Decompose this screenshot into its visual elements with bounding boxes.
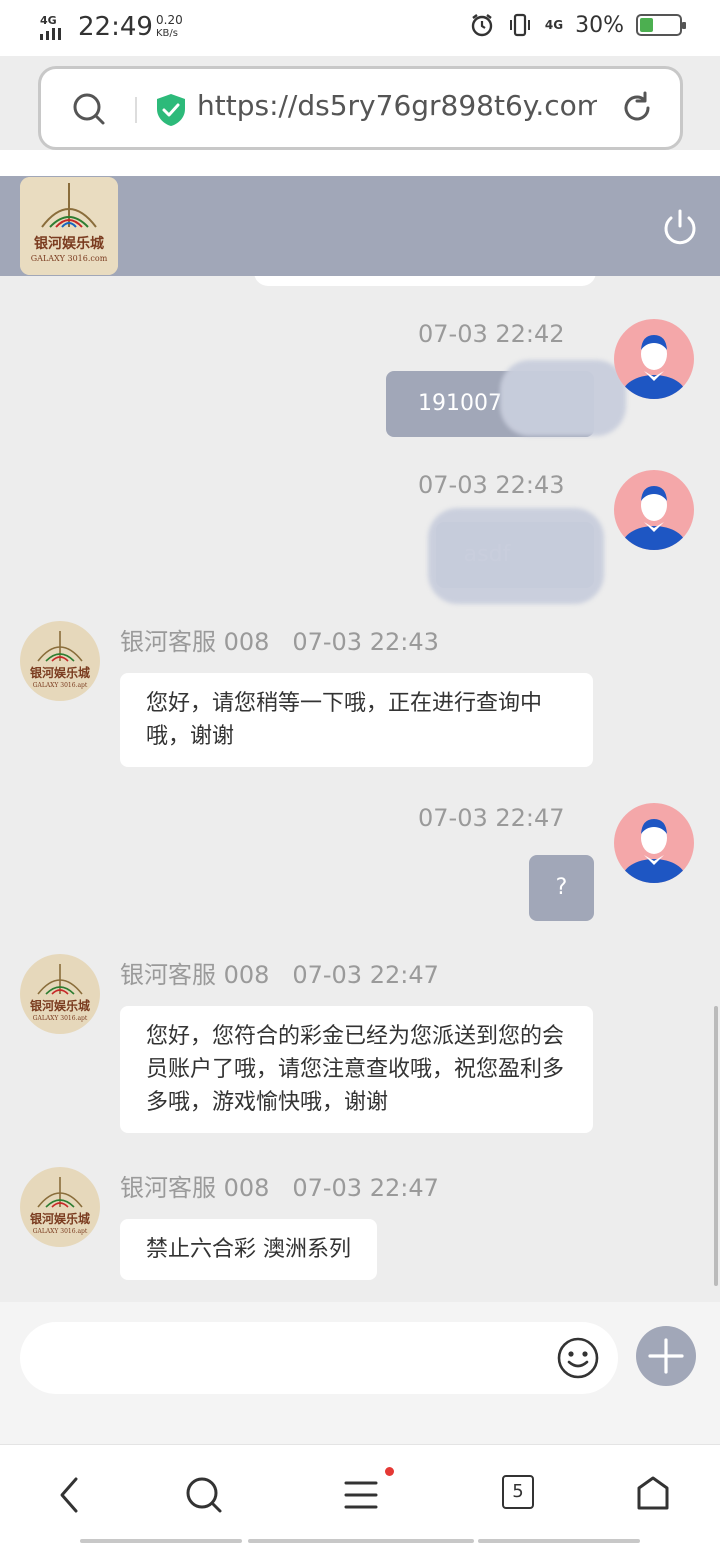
message-meta: 银河客服 008 07-03 22:47 <box>120 955 439 990</box>
sender-name: 银河客服 008 <box>120 628 270 656</box>
browser-nav-bar: 5 <box>0 1444 720 1544</box>
status-time: 22:49 <box>78 12 153 42</box>
logo-name: 银河娱乐城 <box>34 235 104 252</box>
message-time: 07-03 22:47 <box>292 1174 439 1202</box>
notification-dot <box>385 1467 394 1476</box>
sender-name: 银河客服 008 <box>120 961 270 989</box>
svg-text:银河娱乐城: 银河娱乐城 <box>30 998 90 1013</box>
gesture-bar <box>80 1539 242 1543</box>
network-type: 4G <box>40 14 57 27</box>
user-avatar[interactable] <box>614 319 694 399</box>
search-icon[interactable] <box>184 1475 224 1515</box>
message-input-bar <box>0 1302 720 1444</box>
chat-area[interactable]: 07-03 22:42 191007 07-03 22:43 asdf 银河娱乐… <box>0 276 720 1302</box>
support-avatar[interactable]: 银河娱乐城 GALAXY 3016.apt <box>20 1167 100 1247</box>
home-icon[interactable] <box>636 1475 670 1511</box>
search-icon[interactable] <box>71 91 107 127</box>
message-input[interactable] <box>20 1322 618 1394</box>
toolbar-gap <box>0 150 720 176</box>
cell-signal-icon: 4G <box>40 14 70 40</box>
svg-text:GALAXY 3016.apt: GALAXY 3016.apt <box>33 1015 88 1022</box>
svg-text:GALAXY 3016.apt: GALAXY 3016.apt <box>33 682 88 689</box>
message-meta: 银河客服 008 07-03 22:47 <box>120 1168 439 1203</box>
tab-count: 5 <box>512 1481 524 1502</box>
shield-icon <box>157 94 185 126</box>
emoji-icon[interactable] <box>556 1336 600 1380</box>
message-meta: 银河客服 008 07-03 22:43 <box>120 622 439 657</box>
message-text: 禁止六合彩 澳洲系列 <box>146 1237 351 1262</box>
battery-percent: 30% <box>575 12 624 38</box>
status-bar: 4G 22:49 0.20 KB/s 4G 30% <box>0 0 720 56</box>
logo-graphic: 银河娱乐城 GALAXY 3016.com <box>20 177 118 275</box>
vibrate-icon <box>509 13 530 37</box>
gesture-bar <box>478 1539 640 1543</box>
message-time: 07-03 22:43 <box>292 628 439 656</box>
logo-domain: GALAXY 3016.com <box>31 254 108 263</box>
received-message[interactable]: 您好，请您稍等一下哦，正在进行查询中哦，谢谢 <box>120 673 593 767</box>
support-avatar[interactable]: 银河娱乐城 GALAXY 3016.apt <box>20 621 100 701</box>
site-logo[interactable]: 银河娱乐城 GALAXY 3016.com <box>20 177 118 275</box>
redacted-blur <box>428 508 604 604</box>
message-time: 07-03 22:43 <box>418 471 565 499</box>
user-avatar[interactable] <box>614 803 694 883</box>
svg-text:银河娱乐城: 银河娱乐城 <box>30 665 90 680</box>
sender-name: 银河客服 008 <box>120 1174 270 1202</box>
tabs-button[interactable]: 5 <box>502 1475 534 1509</box>
message-time: 07-03 22:47 <box>292 961 439 989</box>
status-right: 4G 30% <box>469 12 686 38</box>
reload-icon[interactable] <box>620 91 654 125</box>
separator <box>135 97 137 123</box>
message-text: ? <box>555 875 568 900</box>
previous-message-card <box>254 276 596 286</box>
received-message[interactable]: 您好，您符合的彩金已经为您派送到您的会员账户了哦，请您注意查收哦，祝您盈利多多哦… <box>120 1006 593 1133</box>
url-text[interactable]: https://ds5ry76gr898t6y.com <box>197 89 597 122</box>
chat-scrollbar[interactable] <box>714 1006 718 1286</box>
address-bar[interactable]: https://ds5ry76gr898t6y.com <box>38 66 683 150</box>
power-icon[interactable] <box>662 208 698 246</box>
message-text: 191007 <box>418 391 502 416</box>
gesture-bar <box>248 1539 474 1543</box>
svg-text:GALAXY 3016.apt: GALAXY 3016.apt <box>33 1228 88 1235</box>
redacted-blur <box>500 360 626 436</box>
sent-message[interactable]: ? <box>529 855 594 921</box>
back-icon[interactable] <box>54 1475 84 1515</box>
add-attachment-button[interactable] <box>636 1326 696 1386</box>
alarm-icon <box>471 14 493 37</box>
speed-unit: KB/s <box>156 28 178 39</box>
network-type-right: 4G <box>544 18 564 32</box>
network-speed: 0.20 KB/s <box>156 14 183 40</box>
message-text: 您好，请您稍等一下哦，正在进行查询中哦，谢谢 <box>146 691 543 749</box>
svg-text:银河娱乐城: 银河娱乐城 <box>30 1211 90 1226</box>
user-avatar[interactable] <box>614 470 694 550</box>
menu-icon[interactable] <box>344 1475 378 1515</box>
received-message[interactable]: 禁止六合彩 澳洲系列 <box>120 1219 377 1280</box>
message-time: 07-03 22:42 <box>418 320 565 348</box>
speed-value: 0.20 <box>156 13 183 27</box>
message-time: 07-03 22:47 <box>418 804 565 832</box>
plus-icon <box>648 1338 684 1374</box>
message-text: 您好，您符合的彩金已经为您派送到您的会员账户了哦，请您注意查收哦，祝您盈利多多哦… <box>146 1024 565 1115</box>
battery-icon <box>636 14 686 36</box>
support-avatar[interactable]: 银河娱乐城 GALAXY 3016.apt <box>20 954 100 1034</box>
